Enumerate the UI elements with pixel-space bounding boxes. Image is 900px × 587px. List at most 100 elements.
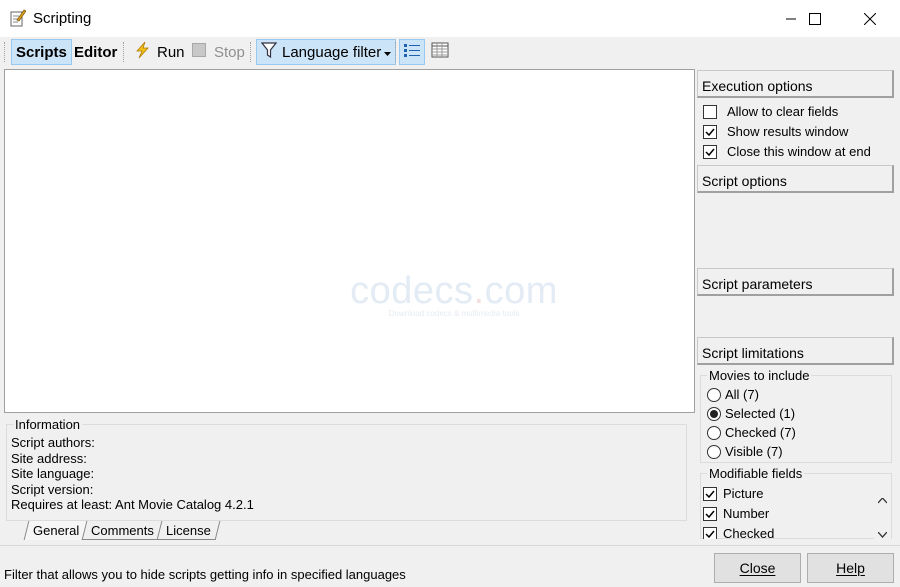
radio-circle[interactable] xyxy=(707,387,721,402)
information-group: Information Script authors: Site address… xyxy=(6,417,687,521)
tab-comments[interactable]: Comments xyxy=(81,521,164,540)
tab-license-label: License xyxy=(166,523,211,538)
script-limitations-header[interactable]: Script limitations xyxy=(697,337,894,365)
checkmark-icon xyxy=(705,510,715,518)
site-address-line: Site address: xyxy=(11,450,87,466)
script-version-line: Script version: xyxy=(11,481,94,497)
close-icon xyxy=(864,12,876,25)
radio-checked[interactable]: Checked (7) xyxy=(707,425,796,440)
tab-comments-label: Comments xyxy=(91,523,155,538)
funnel-icon xyxy=(260,41,278,63)
scripts-tab-button[interactable]: Scripts xyxy=(11,39,72,65)
script-options-title: Script options xyxy=(702,173,787,189)
information-lines: Script authors: Site address: Site langu… xyxy=(11,435,254,513)
script-options-header[interactable]: Script options xyxy=(697,165,894,193)
help-button[interactable]: Help xyxy=(807,553,894,583)
radio-circle[interactable] xyxy=(707,406,721,421)
editor-label: Editor xyxy=(74,43,118,61)
radio-selected[interactable]: Selected (1) xyxy=(707,406,795,421)
script-limitations-title: Script limitations xyxy=(702,345,804,361)
toolbar-separator xyxy=(250,42,251,62)
field-picture-checkbox[interactable]: Picture xyxy=(703,486,763,501)
allow-clear-fields-checkbox[interactable]: Allow to clear fields xyxy=(703,104,838,119)
checkbox-box[interactable] xyxy=(703,526,717,539)
checkbox-box[interactable] xyxy=(703,144,717,159)
help-button-label: Help xyxy=(836,560,865,576)
radio-circle[interactable] xyxy=(707,425,721,440)
toolbar: Scripts Editor Run Stop Language filter xyxy=(0,37,900,67)
movies-to-include-group: Movies to include All (7) Selected (1) C… xyxy=(700,368,892,463)
radio-all-label: All (7) xyxy=(725,387,759,402)
title-bar: Scripting xyxy=(0,0,900,37)
checkbox-box[interactable] xyxy=(703,486,717,501)
scripts-list[interactable]: codecs.com Download codecs & multimedia … xyxy=(4,69,695,413)
show-results-window-checkbox[interactable]: Show results window xyxy=(703,124,848,139)
stop-icon xyxy=(192,43,206,61)
details-view-button[interactable] xyxy=(427,39,453,65)
checkmark-icon xyxy=(705,148,715,156)
script-parameters-title: Script parameters xyxy=(702,276,813,292)
stop-button[interactable]: Stop xyxy=(192,39,245,65)
radio-all[interactable]: All (7) xyxy=(707,387,759,402)
close-button-label: Close xyxy=(739,560,776,576)
modifiable-fields-list[interactable]: Picture Number Checked xyxy=(701,484,891,539)
tab-license[interactable]: License xyxy=(156,521,221,540)
scripts-label: Scripts xyxy=(16,43,67,61)
checkbox-box[interactable] xyxy=(703,104,717,119)
checkbox-box[interactable] xyxy=(703,506,717,521)
modifiable-fields-title: Modifiable fields xyxy=(707,466,805,481)
script-authors-line: Script authors: xyxy=(11,435,95,450)
modifiable-fields-group: Modifiable fields Picture Number Checked xyxy=(700,466,892,539)
script-parameters-header[interactable]: Script parameters xyxy=(697,268,894,296)
language-filter-label: Language filter xyxy=(282,43,382,61)
field-checked-checkbox[interactable]: Checked xyxy=(703,526,774,539)
allow-clear-fields-label: Allow to clear fields xyxy=(727,104,839,119)
chevron-down-icon xyxy=(384,44,392,61)
run-label: Run xyxy=(157,43,185,61)
script-document-icon xyxy=(10,9,27,27)
show-results-window-label: Show results window xyxy=(727,124,849,139)
tab-general[interactable]: General xyxy=(23,521,89,540)
lightning-icon xyxy=(134,41,151,63)
watermark-main: codecs xyxy=(350,270,474,312)
tab-general-label: General xyxy=(33,523,80,538)
fields-scrollbar[interactable] xyxy=(874,484,891,539)
info-tabs: General Comments License xyxy=(23,521,221,541)
editor-tab-button[interactable]: Editor xyxy=(72,39,119,65)
movies-to-include-title: Movies to include xyxy=(707,368,812,383)
close-button[interactable]: Close xyxy=(714,553,801,583)
information-title: Information xyxy=(13,417,83,432)
execution-options-header[interactable]: Execution options xyxy=(697,70,894,98)
language-filter-button[interactable]: Language filter xyxy=(256,39,397,65)
close-window-at-end-label: Close this window at end xyxy=(727,144,871,159)
close-window-button[interactable] xyxy=(847,0,893,37)
field-checked-label: Checked xyxy=(723,526,775,539)
radio-visible-label: Visible (7) xyxy=(725,444,783,459)
window-title: Scripting xyxy=(33,10,92,27)
execution-options-title: Execution options xyxy=(702,78,813,94)
stop-label: Stop xyxy=(214,43,245,61)
watermark-dot: . xyxy=(473,270,485,312)
scroll-up-icon[interactable] xyxy=(877,492,888,507)
checkbox-box[interactable] xyxy=(703,124,717,139)
scroll-down-icon[interactable] xyxy=(877,526,888,539)
field-number-checkbox[interactable]: Number xyxy=(703,506,769,521)
checkmark-icon xyxy=(705,490,715,498)
list-view-icon xyxy=(403,42,421,62)
options-panel: Execution options Allow to clear fields … xyxy=(697,69,894,539)
toolbar-separator xyxy=(123,42,124,62)
footer-divider xyxy=(0,545,900,546)
radio-circle[interactable] xyxy=(707,444,721,459)
checkmark-icon xyxy=(705,128,715,136)
radio-visible[interactable]: Visible (7) xyxy=(707,444,783,459)
field-number-label: Number xyxy=(723,506,770,521)
details-view-icon xyxy=(431,42,449,62)
requires-line: Requires at least: Ant Movie Catalog 4.2… xyxy=(11,497,254,512)
field-picture-label: Picture xyxy=(723,486,764,501)
checkmark-icon xyxy=(705,530,715,538)
run-button[interactable]: Run xyxy=(134,39,185,65)
toolbar-grip xyxy=(4,42,5,62)
list-view-button[interactable] xyxy=(399,39,425,65)
close-window-at-end-checkbox[interactable]: Close this window at end xyxy=(703,144,871,159)
maximize-button[interactable] xyxy=(792,0,838,37)
